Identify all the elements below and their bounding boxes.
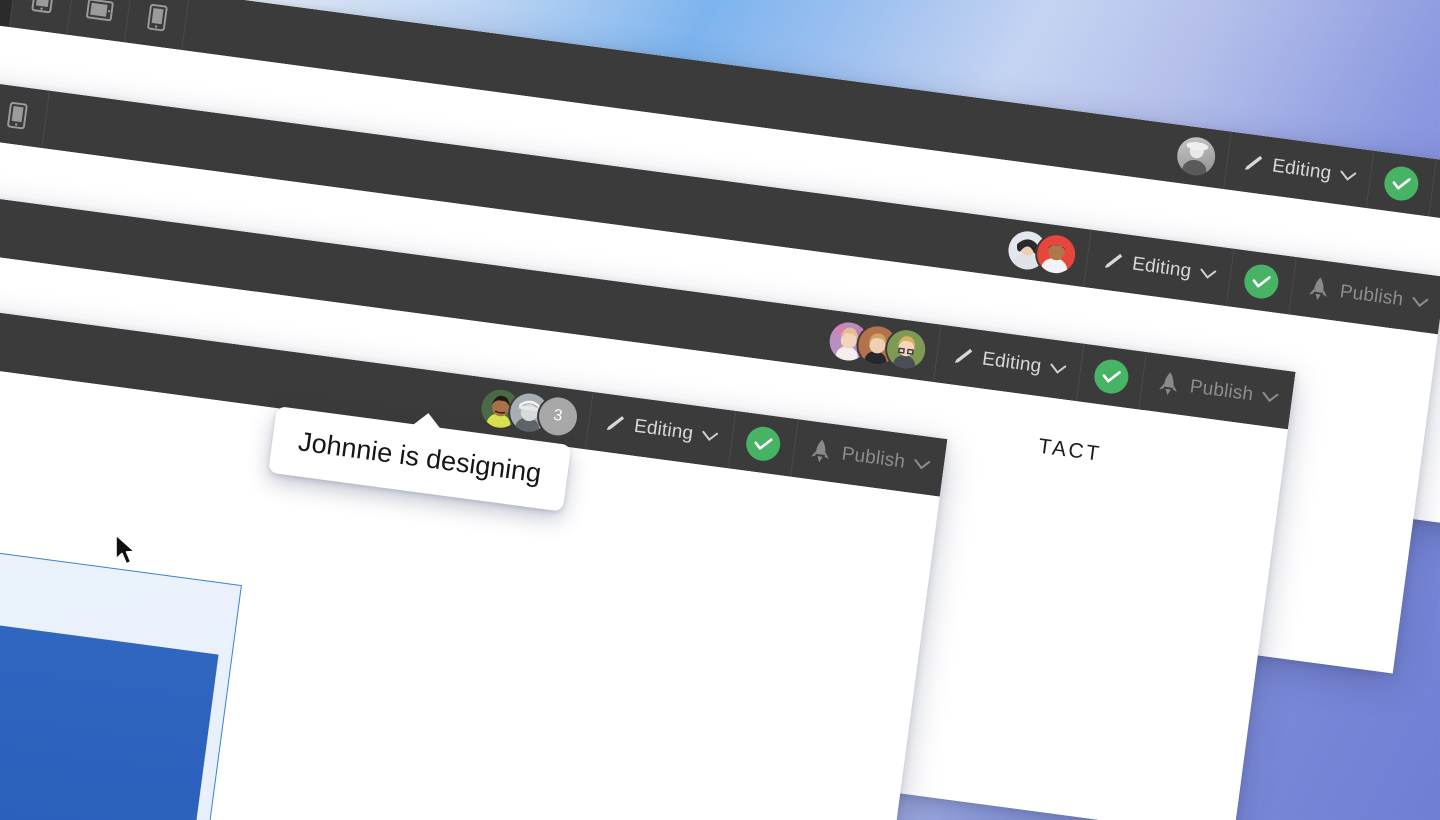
edit-mode-label: Editing [632,415,695,445]
check-icon [1092,357,1131,396]
rocket-icon [1306,275,1333,304]
mobile-icon[interactable] [124,0,190,51]
chevron-down-icon[interactable] [1261,391,1279,404]
save-status-2[interactable] [1226,248,1297,315]
save-status-3[interactable] [1076,343,1147,410]
avatar[interactable] [1174,134,1218,178]
chevron-down-icon[interactable] [1050,363,1067,375]
collaborator-avatars-1[interactable] [1159,123,1230,189]
selected-image-element[interactable] [0,470,242,820]
publish-label: Publish [840,443,907,473]
chevron-down-icon[interactable] [1411,296,1429,309]
tooltip-text: Johnnie is designing [296,426,544,489]
rocket-icon [1156,370,1183,399]
chevron-down-icon[interactable] [913,459,931,471]
chevron-down-icon[interactable] [701,430,719,443]
mouse-cursor [114,534,140,568]
edit-mode-label: Editing [980,348,1043,378]
chevron-down-icon[interactable] [1200,268,1217,280]
edit-mode-label: Editing [1130,253,1193,283]
pencil-icon [1100,249,1125,274]
pencil-icon [602,412,627,437]
pencil-icon [1240,151,1265,176]
save-status-4[interactable] [727,410,799,477]
pencil-icon [950,344,975,369]
publish-label: Publish [1188,376,1255,406]
check-icon [1382,164,1421,203]
save-status-1[interactable] [1366,150,1437,217]
mobile-icon[interactable] [0,83,50,149]
editor-stack-scene: Editing Editing Publish Editing Publish … [0,0,1440,820]
publish-label: Publish [1338,281,1405,311]
tooltip-arrow [411,411,444,430]
edit-mode-label: Editing [1270,155,1333,185]
check-icon [1242,262,1281,301]
nav-item-contact[interactable]: TACT [1037,435,1103,467]
rocket-icon [807,437,834,466]
check-icon [744,424,783,463]
chevron-down-icon[interactable] [1340,170,1357,182]
